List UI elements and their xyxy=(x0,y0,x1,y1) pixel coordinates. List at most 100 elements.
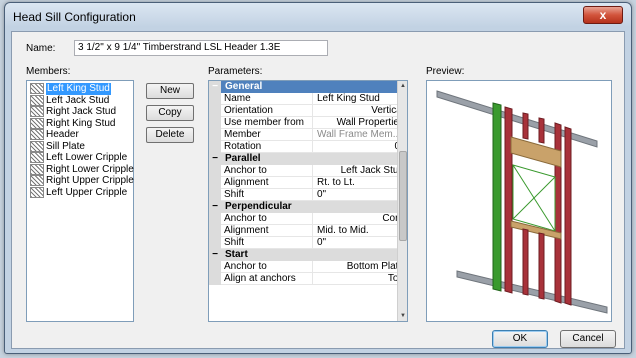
parameter-row[interactable]: Align at anchors Top xyxy=(209,273,407,285)
cancel-button[interactable]: Cancel xyxy=(560,330,616,348)
delete-button[interactable]: Delete xyxy=(146,127,194,143)
collapse-icon[interactable]: − xyxy=(209,249,221,261)
parameter-value[interactable]: 0° xyxy=(313,141,407,153)
collapse-icon[interactable]: − xyxy=(209,201,221,213)
stud-icon xyxy=(30,186,44,198)
parameter-row[interactable]: Anchor to Core xyxy=(209,213,407,225)
ok-button[interactable]: OK xyxy=(492,330,548,348)
member-label: Left King Stud xyxy=(46,83,111,95)
member-item[interactable]: Left Lower Cripple xyxy=(27,152,133,164)
parameter-name: Name xyxy=(221,93,313,105)
member-label: Right Upper Cripple xyxy=(46,175,134,186)
parameter-value[interactable]: Wall Frame Mem... xyxy=(313,129,407,141)
parameter-row[interactable]: Alignment Mid. to Mid. xyxy=(209,225,407,237)
category-label: Perpendicular xyxy=(225,201,292,212)
scroll-down-icon[interactable]: ▼ xyxy=(399,312,407,320)
left-lower-cripple xyxy=(522,228,529,296)
parameter-row[interactable]: Shift 0" xyxy=(209,237,407,249)
parameter-value[interactable]: Top xyxy=(313,273,407,285)
member-label: Header xyxy=(46,129,79,140)
member-label: Left Upper Cripple xyxy=(46,186,128,198)
stud-icon xyxy=(30,106,44,118)
parameter-row[interactable]: Alignment Rt. to Lt. xyxy=(209,177,407,189)
preview-panel xyxy=(426,80,612,322)
close-button[interactable]: x xyxy=(583,6,623,24)
parameter-value[interactable]: 0" xyxy=(313,237,407,249)
parameter-value[interactable]: Core xyxy=(313,213,407,225)
left-king-stud xyxy=(492,102,502,292)
parameter-value[interactable]: Bottom Plate xyxy=(313,261,407,273)
collapse-icon[interactable]: − xyxy=(209,81,221,93)
parameter-category[interactable]: − Perpendicular xyxy=(209,201,407,213)
name-label: Name: xyxy=(26,43,56,54)
parameter-name: Alignment xyxy=(221,177,313,189)
parameter-value[interactable]: Left Jack Stud xyxy=(313,165,407,177)
parameters-scrollbar[interactable]: ▲ ▼ xyxy=(397,81,407,321)
parameter-name: Member xyxy=(221,129,313,141)
parameter-category[interactable]: − General xyxy=(209,81,407,93)
left-upper-cripple xyxy=(522,112,529,140)
member-item[interactable]: Sill Plate xyxy=(27,141,133,153)
parameter-value[interactable]: Rt. to Lt. xyxy=(313,177,407,189)
member-item[interactable]: Left King Stud xyxy=(27,83,133,95)
member-item[interactable]: Left Upper Cripple xyxy=(27,187,133,199)
dialog-client-area: Name: 3 1/2" x 9 1/4" Timberstrand LSL H… xyxy=(11,31,625,349)
opening-diagonal xyxy=(512,176,556,220)
parameter-category[interactable]: − Parallel xyxy=(209,153,407,165)
new-button[interactable]: New xyxy=(146,83,194,99)
parameters-label: Parameters: xyxy=(208,66,263,77)
member-item[interactable]: Right Jack Stud xyxy=(27,106,133,118)
parameter-name: Shift xyxy=(221,237,313,249)
name-input[interactable]: 3 1/2" x 9 1/4" Timberstrand LSL Header … xyxy=(74,40,328,56)
category-label: Parallel xyxy=(225,153,261,164)
row-gutter xyxy=(209,225,221,237)
parameter-row[interactable]: Rotation0° xyxy=(209,141,407,153)
parameter-name: Align at anchors xyxy=(221,273,313,285)
member-item[interactable]: Right King Stud xyxy=(27,118,133,130)
parameter-name: Shift xyxy=(221,189,313,201)
member-label: Left Lower Cripple xyxy=(46,152,128,163)
row-gutter xyxy=(209,93,221,105)
copy-button[interactable]: Copy xyxy=(146,105,194,121)
member-label: Right Lower Cripple xyxy=(46,163,134,175)
scroll-up-icon[interactable]: ▲ xyxy=(399,82,407,90)
parameter-row[interactable]: Shift 0" xyxy=(209,189,407,201)
category-label: Start xyxy=(225,249,248,260)
collapse-icon[interactable]: − xyxy=(209,153,221,165)
member-label: Right King Stud xyxy=(46,117,116,129)
members-list[interactable]: Left King Stud Left Jack Stud Right Jack S… xyxy=(26,80,134,322)
parameter-row[interactable]: Use member from Wall Properties xyxy=(209,117,407,129)
parameter-row[interactable]: Anchor to Bottom Plate xyxy=(209,261,407,273)
row-gutter xyxy=(209,129,221,141)
parameter-name: Use member from xyxy=(221,117,313,129)
row-gutter xyxy=(209,105,221,117)
row-gutter xyxy=(209,177,221,189)
parameter-row[interactable]: Name Left King Stud xyxy=(209,93,407,105)
parameter-name: Anchor to xyxy=(221,261,313,273)
member-item[interactable]: Header xyxy=(27,129,133,141)
member-item[interactable]: Left Jack Stud xyxy=(27,95,133,107)
parameter-value[interactable]: Left King Stud xyxy=(313,93,407,105)
parameters-grid[interactable]: − General Name Left King Stud Orientation Ver… xyxy=(208,80,408,322)
row-gutter xyxy=(209,213,221,225)
dialog-window: Head Sill Configuration x Name: 3 1/2" x… xyxy=(4,2,632,354)
parameter-row[interactable]: Member Wall Frame Mem... xyxy=(209,129,407,141)
parameter-value[interactable]: Mid. to Mid. xyxy=(313,225,407,237)
title-bar[interactable]: Head Sill Configuration x xyxy=(5,3,631,31)
row-gutter xyxy=(209,189,221,201)
row-gutter xyxy=(209,273,221,285)
member-item[interactable]: Right Lower Cripple xyxy=(27,163,134,176)
parameter-row[interactable]: Orientation Vertical xyxy=(209,105,407,117)
stud-icon xyxy=(30,129,44,141)
parameter-category[interactable]: − Start xyxy=(209,249,407,261)
preview-label: Preview: xyxy=(426,66,465,77)
scrollbar-thumb[interactable] xyxy=(399,151,407,241)
member-label: Left Jack Stud xyxy=(46,94,110,106)
parameter-value[interactable]: Vertical xyxy=(313,105,407,117)
parameter-value[interactable]: 0" xyxy=(313,189,407,201)
parameter-value[interactable]: Wall Properties xyxy=(313,117,407,129)
row-gutter xyxy=(209,237,221,249)
parameter-row[interactable]: Anchor to Left Jack Stud xyxy=(209,165,407,177)
wall-framing-preview xyxy=(436,90,608,314)
member-item[interactable]: Right Upper Cripple xyxy=(27,175,134,187)
